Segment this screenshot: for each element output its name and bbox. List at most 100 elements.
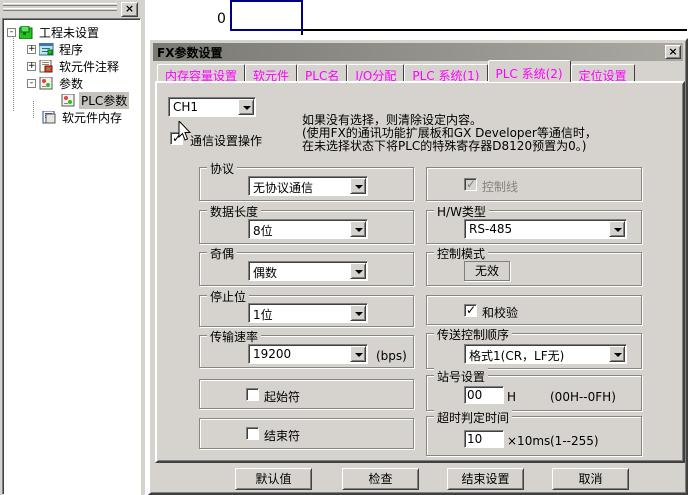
tab-positioning[interactable]: 定位设置 bbox=[571, 64, 635, 82]
sum-check-group: ✓ 和校验 bbox=[426, 295, 642, 325]
fx-parameter-dialog: FX参数设置 × 内存容量设置 软元件 PLC名 I/O分配 PLC 系统(1)… bbox=[148, 38, 688, 495]
dropdown-button[interactable] bbox=[350, 346, 366, 362]
chevron-down-icon bbox=[355, 312, 363, 320]
protocol-group: 协议 无协议通信 bbox=[199, 167, 414, 201]
tree-item-label: 软元件注释 bbox=[57, 58, 121, 75]
tree-item-device-memory[interactable]: 软元件内存 bbox=[42, 109, 124, 126]
expand-expander-icon[interactable]: + bbox=[27, 62, 36, 71]
station-number-group: 站号设置 H (00H--0FH) bbox=[426, 375, 642, 411]
timeout-input[interactable] bbox=[464, 430, 504, 448]
hw-type-group: H/W类型 RS-485 bbox=[426, 210, 642, 244]
station-number-input[interactable] bbox=[464, 386, 504, 404]
baud-rate-label: 传输速率 bbox=[207, 328, 261, 345]
transfer-control-combobox[interactable]: 格式1(CR，LF无) bbox=[464, 344, 627, 364]
tree-item-device-comment[interactable]: + 软元件注释 bbox=[25, 58, 121, 75]
tab-memory-capacity[interactable]: 内存容量设置 bbox=[157, 64, 245, 82]
start-char-label: 起始符 bbox=[264, 388, 300, 405]
mouse-cursor bbox=[178, 121, 191, 142]
check-icon: ✓ bbox=[466, 177, 476, 191]
chevron-down-icon bbox=[614, 353, 622, 361]
device-comment-icon bbox=[39, 60, 54, 73]
parity-combobox[interactable]: 偶数 bbox=[248, 261, 368, 281]
dialog-title: FX参数设置 bbox=[157, 44, 222, 61]
baud-rate-unit: (bps) bbox=[376, 349, 407, 363]
sum-check-checkbox[interactable]: ✓ bbox=[464, 304, 477, 317]
stop-bit-value: 1位 bbox=[253, 306, 273, 323]
tab-plc-system-2[interactable]: PLC 系统(2) bbox=[488, 60, 571, 82]
protocol-label: 协议 bbox=[207, 160, 237, 177]
dropdown-button[interactable] bbox=[350, 178, 366, 194]
start-char-checkbox[interactable]: ✓ bbox=[246, 388, 259, 401]
control-mode-group: 控制模式 无效 bbox=[426, 252, 642, 286]
tab-plc-system-1[interactable]: PLC 系统(1) bbox=[404, 64, 487, 82]
transfer-control-value: 格式1(CR，LF无) bbox=[469, 347, 564, 364]
baud-rate-group: 传输速率 19200 (bps) bbox=[199, 335, 414, 368]
parameter-icon bbox=[39, 77, 54, 90]
cancel-button[interactable]: 取消 bbox=[552, 468, 629, 490]
tree-item-plc-parameter[interactable]: PLC参数 bbox=[61, 92, 129, 109]
tab-device[interactable]: 软元件 bbox=[245, 64, 297, 82]
check-button[interactable]: 检查 bbox=[342, 468, 419, 490]
parity-label: 奇偶 bbox=[207, 245, 237, 262]
tree-item-label-selected: PLC参数 bbox=[79, 92, 129, 109]
panel-close-button[interactable]: × bbox=[121, 2, 138, 17]
button-label: 取消 bbox=[578, 472, 602, 486]
dialog-titlebar[interactable]: FX参数设置 × bbox=[153, 43, 683, 61]
default-button[interactable]: 默认值 bbox=[235, 468, 312, 490]
tree-item-parameter[interactable]: - 参数 bbox=[25, 75, 85, 92]
stop-bit-label: 停止位 bbox=[207, 288, 249, 305]
channel-value: CH1 bbox=[173, 100, 198, 114]
ladder-cell-cursor bbox=[230, 0, 303, 31]
chevron-down-icon bbox=[614, 228, 622, 236]
tree-item-label: 软元件内存 bbox=[60, 109, 124, 126]
control-line-checkbox: ✓ bbox=[464, 178, 477, 191]
collapse-expander-icon[interactable]: - bbox=[27, 79, 36, 88]
dropdown-button[interactable] bbox=[238, 99, 254, 115]
hw-type-combobox[interactable]: RS-485 bbox=[464, 219, 627, 239]
comm-setting-label: 通信设置操作 bbox=[190, 132, 262, 149]
sum-check-label: 和校验 bbox=[482, 304, 518, 321]
station-number-label: 站号设置 bbox=[434, 368, 488, 385]
tree-item-project[interactable]: - 工程未设置 bbox=[5, 24, 101, 41]
tree-connector-line bbox=[33, 101, 34, 118]
chevron-down-icon bbox=[355, 353, 363, 361]
expand-expander-icon[interactable]: + bbox=[27, 45, 36, 54]
channel-combobox[interactable]: CH1 bbox=[168, 97, 256, 117]
chevron-down-icon bbox=[355, 228, 363, 236]
timeout-range: (1--255) bbox=[550, 434, 599, 448]
parity-value: 偶数 bbox=[253, 264, 277, 281]
hw-type-value: RS-485 bbox=[469, 222, 512, 236]
setting-note: 如果没有选择，则清除设定内容。 (使用FX的通讯功能扩展板和GX Develop… bbox=[302, 114, 684, 153]
dialog-close-button[interactable]: × bbox=[665, 45, 681, 59]
control-mode-label: 控制模式 bbox=[434, 245, 488, 262]
chevron-down-icon bbox=[355, 270, 363, 278]
stop-bit-combobox[interactable]: 1位 bbox=[248, 303, 368, 323]
end-setting-button[interactable]: 结束设置 bbox=[447, 468, 524, 490]
dropdown-button[interactable] bbox=[609, 346, 625, 362]
project-tree: - 工程未设置 + 程序 + bbox=[2, 18, 141, 495]
tree-item-program[interactable]: + 程序 bbox=[25, 41, 85, 58]
tree-item-label: 工程未设置 bbox=[37, 24, 101, 41]
tab-label: PLC 系统(2) bbox=[496, 67, 563, 81]
button-label: 默认值 bbox=[255, 472, 291, 486]
end-char-group: ✓ 结束符 bbox=[199, 418, 414, 449]
end-char-checkbox[interactable]: ✓ bbox=[246, 427, 259, 440]
dropdown-button[interactable] bbox=[350, 263, 366, 279]
project-tree-panel: × - 工程未设置 + 程序 bbox=[0, 0, 145, 495]
tree-item-label: 参数 bbox=[57, 75, 85, 92]
tab-io-assignment[interactable]: I/O分配 bbox=[347, 64, 404, 82]
dropdown-button[interactable] bbox=[350, 305, 366, 321]
panel-drag-handle[interactable] bbox=[3, 3, 117, 6]
data-length-label: 数据长度 bbox=[207, 203, 261, 220]
tab-plc-name[interactable]: PLC名 bbox=[297, 64, 347, 82]
dropdown-button[interactable] bbox=[350, 221, 366, 237]
chevron-down-icon bbox=[355, 185, 363, 193]
collapse-expander-icon[interactable]: - bbox=[7, 28, 16, 37]
baud-rate-combobox[interactable]: 19200 bbox=[248, 344, 368, 364]
dropdown-button[interactable] bbox=[609, 221, 625, 237]
protocol-value: 无协议通信 bbox=[253, 179, 313, 196]
protocol-combobox[interactable]: 无协议通信 bbox=[248, 176, 368, 196]
stop-bit-group: 停止位 1位 bbox=[199, 295, 414, 327]
data-length-combobox[interactable]: 8位 bbox=[248, 219, 368, 239]
panel-drag-handle[interactable] bbox=[3, 8, 117, 11]
